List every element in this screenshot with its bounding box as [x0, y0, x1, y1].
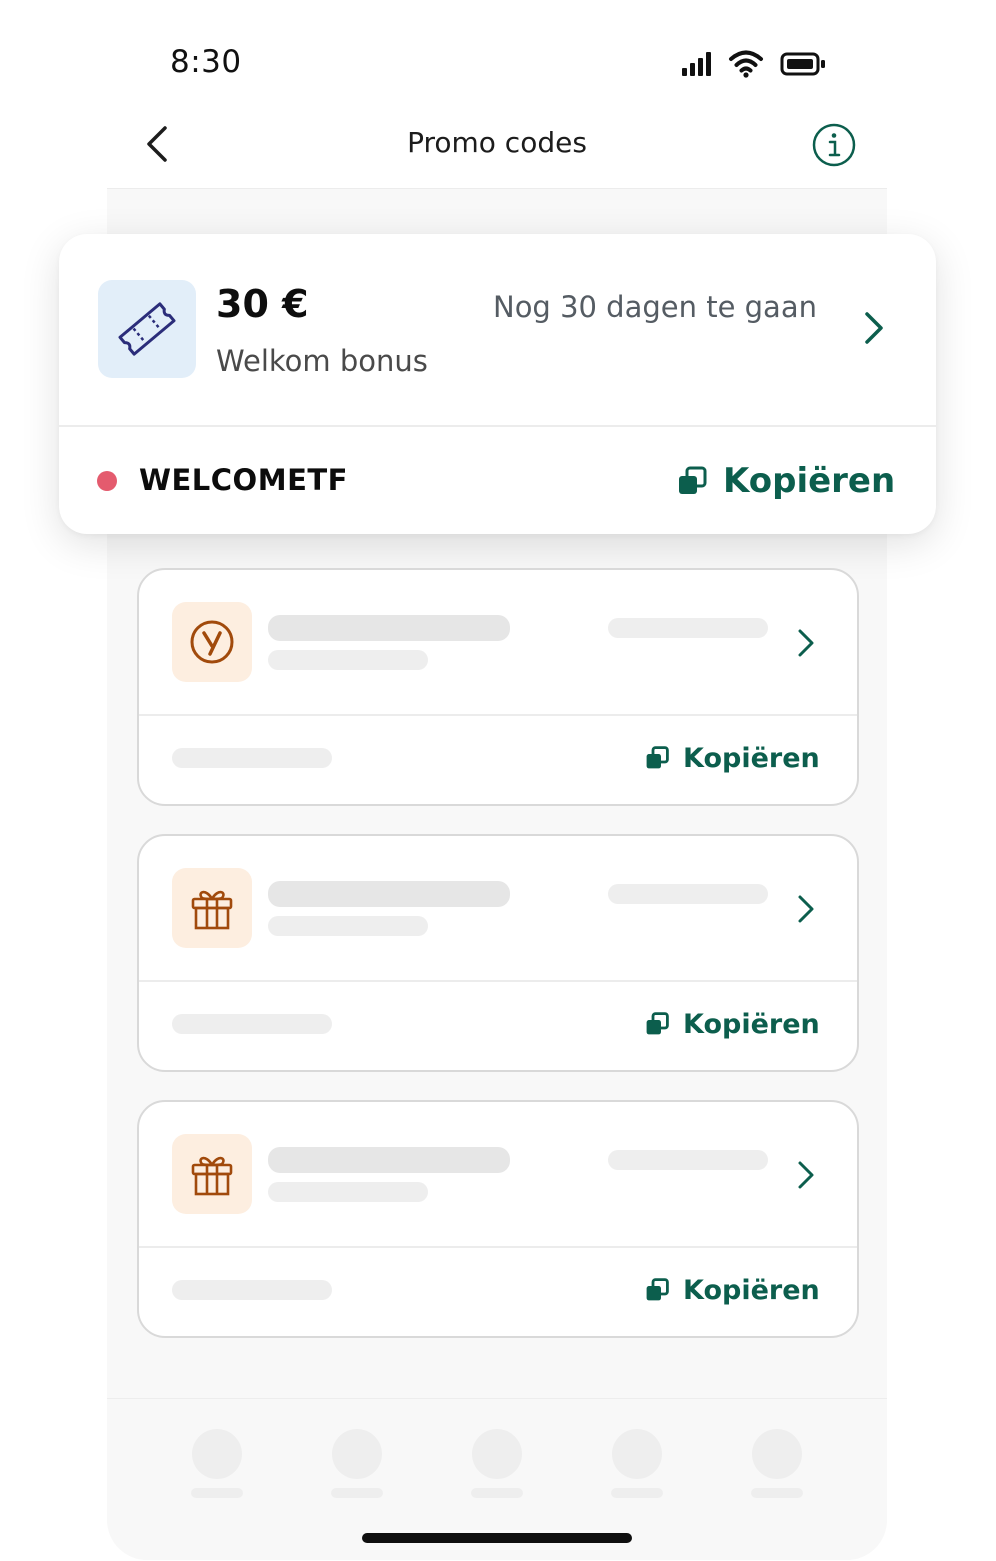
- navigation-header: Promo codes: [107, 100, 887, 189]
- promo-name: Welkom bonus: [216, 344, 428, 378]
- tab-icon-placeholder: [612, 1429, 662, 1479]
- battery-icon: [780, 52, 825, 76]
- copy-label: Kopiëren: [683, 742, 820, 774]
- tab-icon-placeholder: [752, 1429, 802, 1479]
- copy-button[interactable]: Kopiëren: [645, 740, 820, 776]
- copy-icon: [679, 466, 707, 494]
- chevron-right-icon[interactable]: [794, 625, 820, 661]
- gift-icon: [191, 1156, 233, 1196]
- info-button[interactable]: [811, 122, 857, 168]
- skeleton-expiry: [608, 1150, 768, 1170]
- copy-icon: [646, 1278, 669, 1301]
- skeleton-title: [268, 615, 510, 641]
- card-divider: [139, 1246, 857, 1248]
- status-dot: [97, 471, 117, 491]
- copy-button[interactable]: Kopiëren: [645, 1006, 820, 1042]
- tab-placeholder[interactable]: [609, 1429, 665, 1498]
- yoyo-brand-icon: [190, 620, 234, 664]
- promo-icon-tile: [172, 868, 252, 948]
- tab-icon-placeholder: [472, 1429, 522, 1479]
- tab-icon-placeholder: [192, 1429, 242, 1479]
- placeholder-promo-card[interactable]: Kopiëren: [137, 568, 859, 806]
- promo-icon-tile: [172, 1134, 252, 1214]
- tab-label-placeholder: [611, 1488, 663, 1498]
- skeleton-title: [268, 1147, 510, 1173]
- placeholder-promo-card[interactable]: Kopiëren: [137, 834, 859, 1072]
- promo-expiry: Nog 30 dagen te gaan: [493, 290, 817, 324]
- ticket-icon: [118, 302, 176, 356]
- copy-label: Kopiëren: [683, 1008, 820, 1040]
- chevron-right-icon[interactable]: [794, 1157, 820, 1193]
- tab-placeholder[interactable]: [329, 1429, 385, 1498]
- skeleton-code: [172, 1280, 332, 1300]
- tab-placeholder[interactable]: [189, 1429, 245, 1498]
- copy-button[interactable]: Kopiëren: [645, 1272, 820, 1308]
- promo-icon-tile: [172, 602, 252, 682]
- wifi-icon: [729, 50, 763, 78]
- status-icons: [680, 46, 826, 80]
- tab-label-placeholder: [471, 1488, 523, 1498]
- promo-amount: 30 €: [216, 282, 309, 326]
- skeleton-title: [268, 881, 510, 907]
- skeleton-expiry: [608, 618, 768, 638]
- skeleton-subtitle: [268, 650, 428, 670]
- tab-label-placeholder: [191, 1488, 243, 1498]
- card-divider: [139, 714, 857, 716]
- copy-icon: [646, 1012, 669, 1035]
- page-title: Promo codes: [407, 126, 587, 159]
- skeleton-subtitle: [268, 916, 428, 936]
- placeholder-promo-card[interactable]: Kopiëren: [137, 1100, 859, 1338]
- skeleton-subtitle: [268, 1182, 428, 1202]
- copy-label: Kopiëren: [723, 461, 896, 501]
- skeleton-code: [172, 1014, 332, 1034]
- tab-label-placeholder: [331, 1488, 383, 1498]
- card-divider: [139, 980, 857, 982]
- status-time: 8:30: [170, 44, 242, 80]
- copy-icon: [646, 746, 669, 769]
- chevron-right-icon[interactable]: [859, 306, 889, 350]
- copy-button[interactable]: Kopiëren: [677, 458, 895, 504]
- skeleton-expiry: [608, 884, 768, 904]
- tab-placeholder[interactable]: [469, 1429, 525, 1498]
- gift-icon: [191, 890, 233, 930]
- card-divider: [59, 425, 936, 427]
- home-indicator[interactable]: [362, 1533, 632, 1543]
- tab-placeholder[interactable]: [749, 1429, 805, 1498]
- promo-code: WELCOMETF: [139, 463, 348, 497]
- tab-label-placeholder: [751, 1488, 803, 1498]
- featured-promo-card[interactable]: 30 € Welkom bonus Nog 30 dagen te gaan W…: [59, 234, 936, 534]
- chevron-right-icon[interactable]: [794, 891, 820, 927]
- skeleton-code: [172, 748, 332, 768]
- promo-icon-tile: [98, 280, 196, 378]
- tab-icon-placeholder: [332, 1429, 382, 1479]
- cellular-signal-icon: [682, 52, 711, 76]
- copy-label: Kopiëren: [683, 1274, 820, 1306]
